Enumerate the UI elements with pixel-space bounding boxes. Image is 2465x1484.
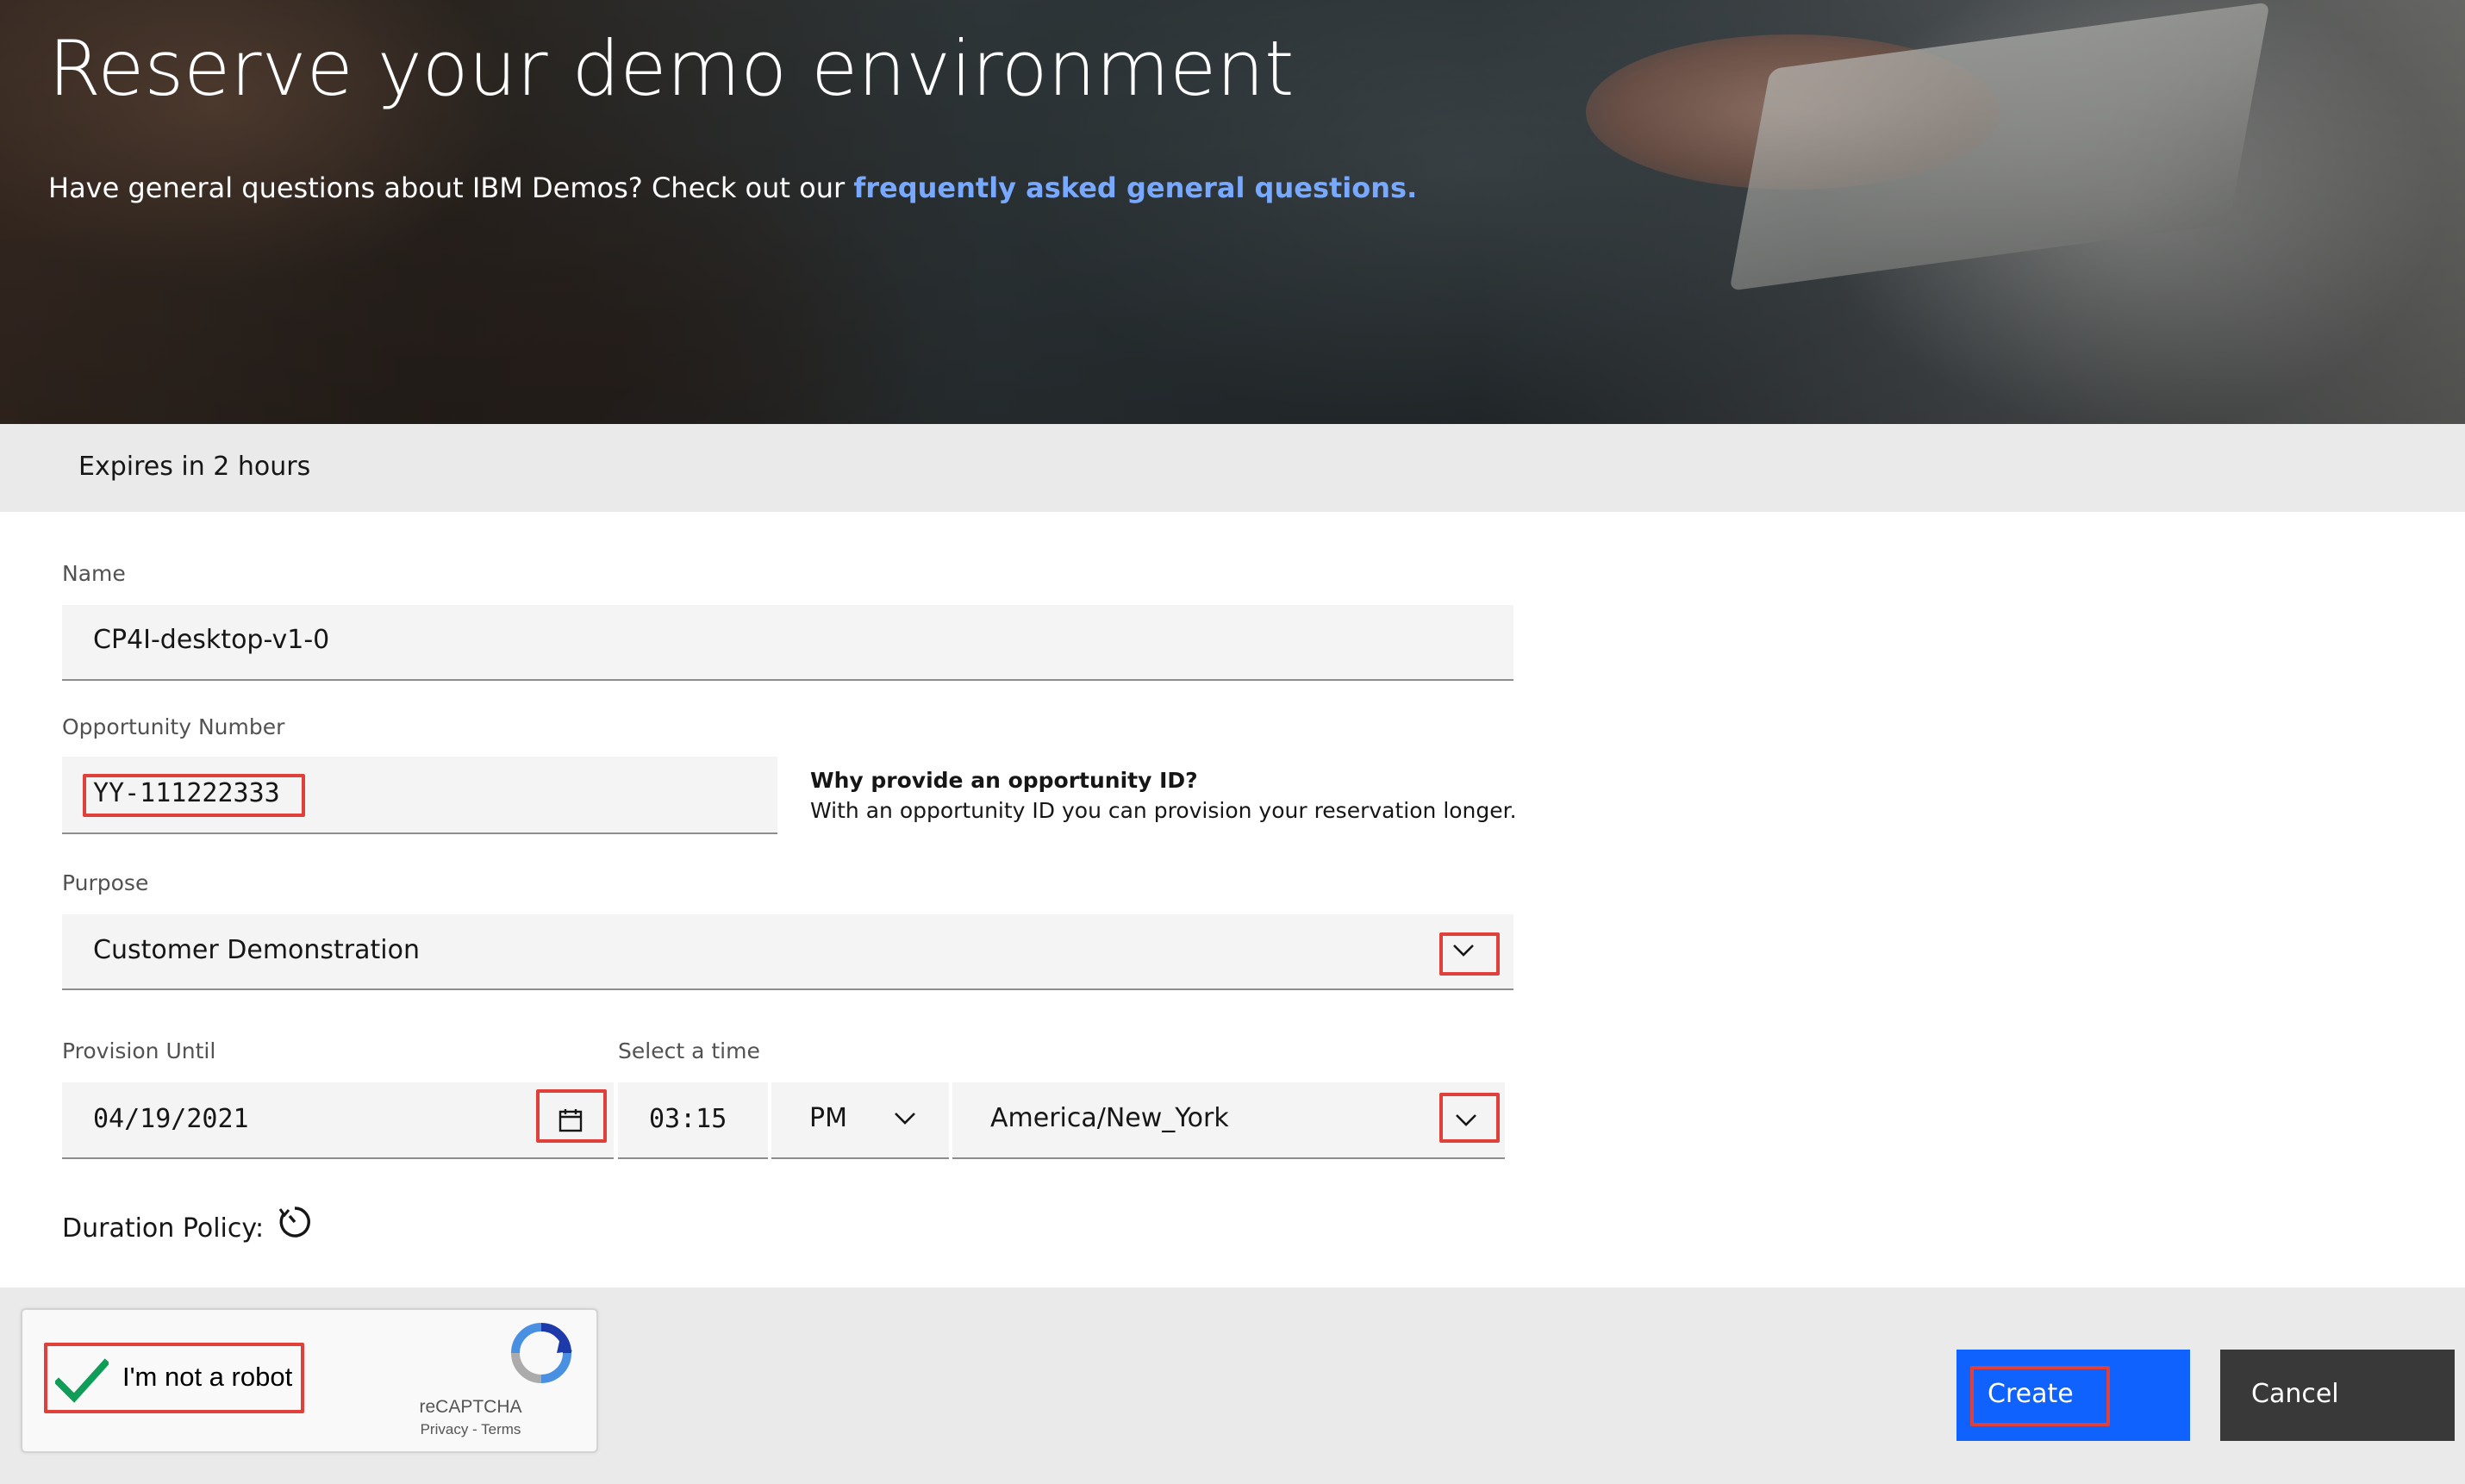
- time-input[interactable]: 03:15: [618, 1082, 768, 1159]
- annotation-recaptcha: [44, 1343, 304, 1413]
- name-label: Name: [62, 561, 126, 586]
- purpose-select[interactable]: Customer Demonstration: [62, 914, 1513, 990]
- expiry-text: Expires in 2 hours: [78, 452, 311, 482]
- hero-subtitle-text: Have general questions about IBM Demos? …: [48, 171, 854, 204]
- name-input[interactable]: CP4I-desktop-v1-0: [62, 605, 1513, 681]
- purpose-label: Purpose: [62, 870, 149, 895]
- recaptcha-brand: reCAPTCHA: [419, 1397, 522, 1417]
- timezone-value: America/New_York: [990, 1103, 1229, 1133]
- ampm-select[interactable]: PM: [771, 1082, 949, 1159]
- opportunity-help-text: With an opportunity ID you can provision…: [810, 798, 1517, 823]
- expiry-bar: Expires in 2 hours: [0, 424, 2465, 512]
- page-title: Reserve your demo environment: [48, 24, 1295, 113]
- select-time-label: Select a time: [618, 1038, 760, 1063]
- purpose-value: Customer Demonstration: [93, 935, 420, 965]
- recaptcha-logo-icon: [510, 1322, 572, 1387]
- opportunity-label: Opportunity Number: [62, 714, 285, 739]
- chevron-down-icon[interactable]: [882, 1100, 928, 1138]
- ampm-value: PM: [809, 1103, 847, 1133]
- annotation-timezone-dropdown: [1439, 1093, 1500, 1143]
- cancel-button[interactable]: Cancel: [2220, 1350, 2455, 1441]
- provision-until-label: Provision Until: [62, 1038, 216, 1063]
- annotation-opportunity: [83, 774, 305, 817]
- timer-icon[interactable]: [274, 1201, 315, 1243]
- annotation-create-button: [1970, 1366, 2110, 1426]
- opportunity-help-title: Why provide an opportunity ID?: [810, 768, 1198, 793]
- timezone-select[interactable]: America/New_York: [952, 1082, 1505, 1159]
- name-value: CP4I-desktop-v1-0: [93, 625, 330, 655]
- provision-date-value: 04/19/2021: [93, 1104, 249, 1134]
- time-value: 03:15: [649, 1104, 727, 1134]
- duration-policy-label: Duration Policy:: [62, 1213, 265, 1244]
- annotation-purpose-dropdown: [1439, 932, 1500, 976]
- annotation-calendar: [536, 1089, 607, 1143]
- provision-date-input[interactable]: 04/19/2021: [62, 1082, 614, 1159]
- recaptcha-privacy-terms-links[interactable]: Privacy - Terms: [421, 1420, 521, 1439]
- faq-link[interactable]: frequently asked general questions.: [853, 171, 1417, 204]
- hero-banner: Reserve your demo environment Have gener…: [0, 0, 2465, 424]
- hero-subtitle: Have general questions about IBM Demos? …: [48, 169, 1417, 207]
